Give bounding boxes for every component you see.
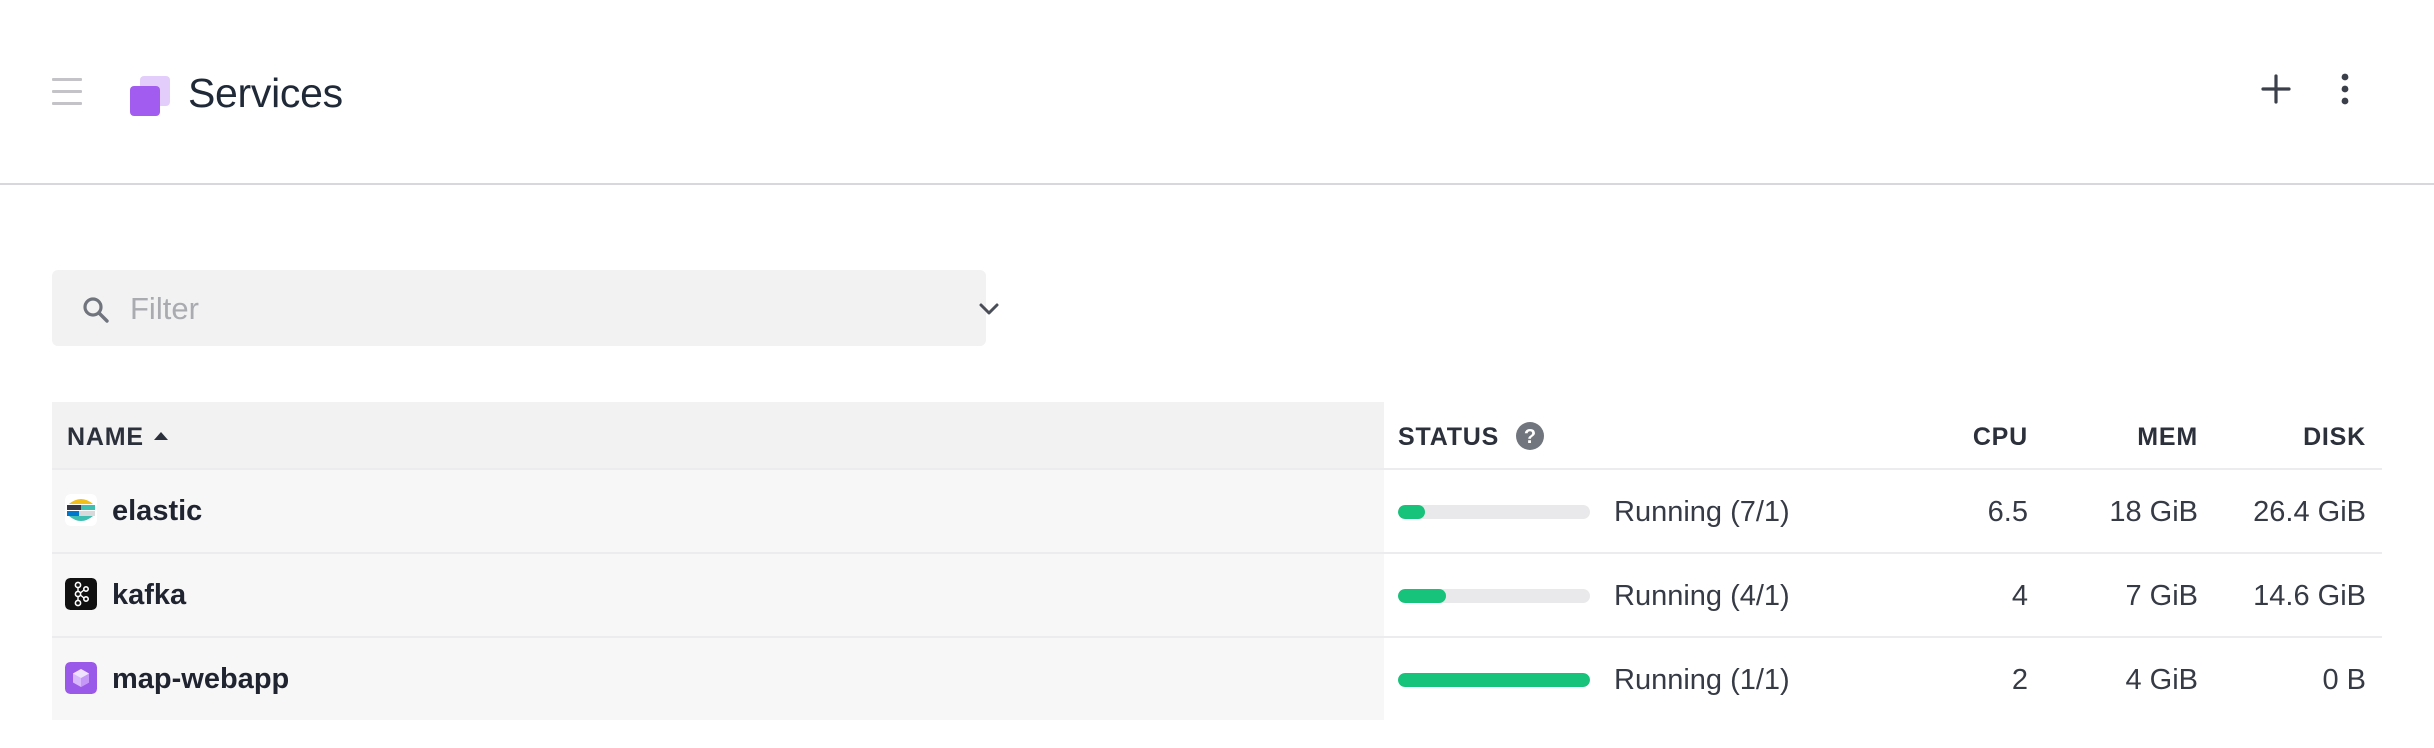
status-text: Running (7/1) [1614,496,1790,528]
page-header: Services [0,0,2434,185]
svg-text:?: ? [1524,426,1536,448]
mem-value: 4 GiB [2125,664,2198,696]
plus-icon[interactable] [2260,73,2292,105]
status-column-header[interactable]: STATUS [1398,423,1499,451]
service-name-link[interactable]: elastic [112,495,202,527]
webapp-cube-icon [65,662,97,694]
cpu-value: 2 [2011,664,2028,696]
service-name-link[interactable]: map-webapp [112,663,289,695]
chevron-down-icon[interactable] [978,302,1000,316]
sort-ascending-icon[interactable] [153,431,169,441]
status-progress-fill [1398,505,1425,519]
filter-input[interactable] [128,286,892,332]
name-cell-bg [52,470,1384,552]
status-text: Running (4/1) [1614,580,1790,612]
mem-value: 7 GiB [2125,580,2198,612]
status-progress-fill [1398,589,1446,603]
page-title: Services [188,70,343,116]
table-header: NAME STATUS ? CPU MEM DISK [52,402,2382,470]
cpu-value: 4 [2011,580,2028,612]
service-name-link[interactable]: kafka [112,579,186,611]
status-progress-bar [1398,589,1590,603]
vertical-ellipsis-icon[interactable] [2332,72,2358,106]
status-text: Running (1/1) [1614,664,1790,696]
cpu-value: 6.5 [1987,496,2028,528]
status-progress-fill [1398,673,1590,687]
status-progress-bar [1398,505,1590,519]
hamburger-icon[interactable] [52,78,82,108]
cpu-column-header[interactable]: CPU [1973,423,2028,451]
disk-value: 0 B [2322,664,2366,696]
disk-value: 26.4 GiB [2253,496,2366,528]
mem-value: 18 GiB [2109,496,2198,528]
help-icon[interactable]: ? [1515,421,1545,451]
table-row[interactable]: elastic Running (7/1) 6.5 18 GiB 26.4 Gi… [52,470,2382,554]
status-progress-bar [1398,673,1590,687]
search-icon [83,297,109,323]
disk-column-header[interactable]: DISK [2303,423,2366,451]
kafka-icon [65,578,97,610]
name-column-header-bg [52,402,1384,468]
filter-box [52,270,999,346]
services-table: NAME STATUS ? CPU MEM DISK elastic Runni… [52,402,2382,720]
elastic-icon [65,494,97,526]
name-column-header[interactable]: NAME [67,423,144,451]
table-row[interactable]: map-webapp Running (1/1) 2 4 GiB 0 B [52,638,2382,720]
name-cell-bg [52,554,1384,636]
mem-column-header[interactable]: MEM [2137,423,2198,451]
disk-value: 14.6 GiB [2253,580,2366,612]
services-cube-icon [130,76,170,116]
table-row[interactable]: kafka Running (4/1) 4 7 GiB 14.6 GiB [52,554,2382,638]
